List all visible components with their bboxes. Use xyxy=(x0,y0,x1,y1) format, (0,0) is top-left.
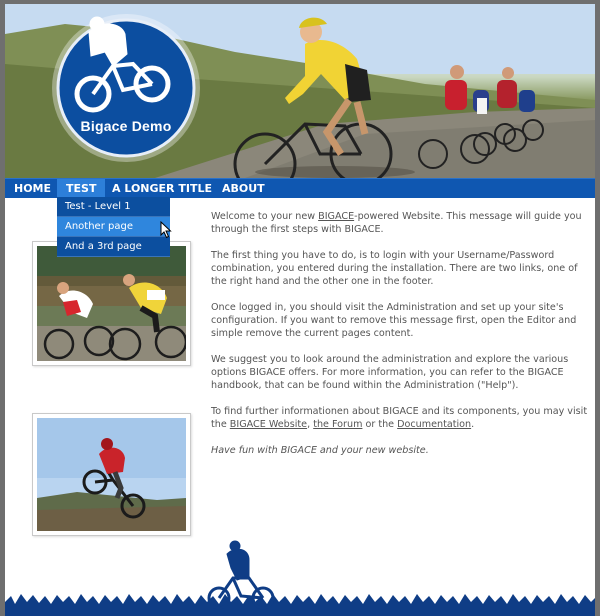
text-span: or the xyxy=(362,419,398,430)
paragraph-login: The first thing you have to do, is to lo… xyxy=(211,250,578,287)
site-logo xyxy=(52,14,200,162)
welcome-content: Welcome to your new BIGACE-powered Websi… xyxy=(211,210,589,470)
logo-text[interactable]: Bigace Demo xyxy=(63,118,189,134)
paragraph-welcome: Welcome to your new BIGACE-powered Websi… xyxy=(211,210,589,236)
paragraph-explore: We suggest you to look around the admini… xyxy=(211,354,569,391)
header-banner: Bigace Demo xyxy=(5,4,595,178)
paragraph-further-info: To find further informationen about BIGA… xyxy=(211,405,589,431)
dropdown-item-3rd-page[interactable]: And a 3rd page xyxy=(57,237,170,257)
link-bigace[interactable]: BIGACE xyxy=(318,211,354,222)
link-forum[interactable]: the Forum xyxy=(313,419,362,430)
photo-jumping-biker xyxy=(32,413,191,536)
link-bigace-website[interactable]: BIGACE Website xyxy=(230,419,307,430)
page: Bigace Demo HOME TEST A LONGER TITLE ABO… xyxy=(5,4,595,616)
nav-item-test[interactable]: TEST xyxy=(57,179,106,198)
header-photo xyxy=(5,4,595,178)
paragraph-administration: Once logged in, you should visit the Adm… xyxy=(211,302,577,339)
dropdown-item-another-page[interactable]: Another page xyxy=(57,217,170,237)
nav-item-a-longer-title[interactable]: A LONGER TITLE xyxy=(103,179,221,198)
nav-dropdown: Test - Level 1 Another page And a 3rd pa… xyxy=(57,197,170,257)
photo-race-cyclists xyxy=(32,241,191,366)
footer-grass-silhouette xyxy=(5,540,595,616)
text-span: Welcome to your new xyxy=(211,211,319,222)
nav-item-home[interactable]: HOME xyxy=(5,179,60,198)
nav-item-about[interactable]: ABOUT xyxy=(213,179,274,198)
dropdown-item-test-level-1[interactable]: Test - Level 1 xyxy=(57,197,170,217)
paragraph-have-fun: Have fun with BIGACE and your new websit… xyxy=(211,445,429,456)
link-documentation[interactable]: Documentation xyxy=(397,419,471,430)
main-nav: HOME TEST A LONGER TITLE ABOUT xyxy=(5,178,595,198)
mouse-cursor-icon xyxy=(160,221,172,239)
text-span: . xyxy=(471,419,475,430)
